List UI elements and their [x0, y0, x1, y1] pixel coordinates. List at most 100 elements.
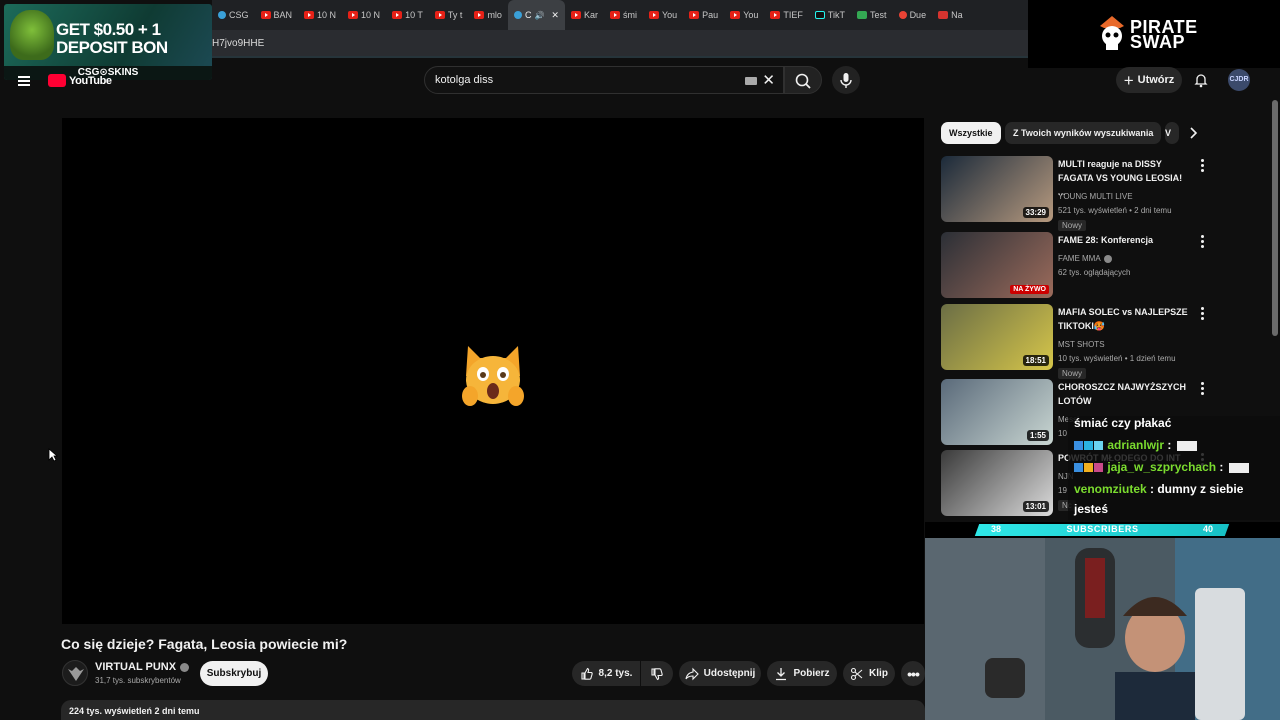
youtube-icon	[434, 11, 445, 19]
plus-icon: +	[1123, 70, 1134, 90]
close-tab-icon[interactable]: ✕	[551, 10, 559, 21]
browser-tab[interactable]: Due	[893, 0, 933, 30]
create-button[interactable]: + Utwórz	[1116, 67, 1182, 93]
browser-tab[interactable]: You	[643, 0, 683, 30]
related-video-item[interactable]: 33:29 MULTI reaguje na DISSY FAGATA VS YO…	[941, 156, 1211, 231]
chevron-right-icon[interactable]	[1184, 124, 1202, 142]
browser-tab[interactable]: Test	[851, 0, 893, 30]
sidebar-scrollbar[interactable]	[1272, 100, 1278, 336]
maps-pin-icon	[898, 11, 907, 19]
dislike-button[interactable]	[641, 661, 673, 686]
share-button[interactable]: Udostępnij	[679, 661, 761, 686]
notifications-bell-icon[interactable]	[1193, 72, 1209, 88]
chat-badge-icon	[1094, 441, 1103, 451]
more-vertical-icon[interactable]	[1199, 159, 1205, 173]
youtube-icon	[348, 11, 359, 19]
chat-text: :	[1164, 438, 1172, 452]
chat-badge-icon	[1084, 441, 1093, 451]
youtube-icon	[609, 11, 620, 19]
related-video-stats: 19	[1058, 486, 1067, 495]
video-thumbnail[interactable]: NA ŻYWO	[941, 232, 1053, 298]
stream-chat-overlay: śmiać czy płakać adrianlwjr : jaja_w_szp…	[1068, 416, 1280, 520]
browser-tab[interactable]: TIEF	[764, 0, 809, 30]
browser-tab[interactable]: Kar	[565, 0, 604, 30]
download-button[interactable]: Pobierz	[767, 661, 837, 686]
description-box[interactable]: 224 tys. wyświetleń 2 dni temu	[61, 700, 925, 720]
browser-tab-label: mlo	[487, 10, 502, 20]
channel-label: MST SHOTS	[1058, 340, 1105, 349]
browser-tab[interactable]: Na	[932, 0, 969, 30]
related-video-item[interactable]: NA ŻYWO FAME 28: Konferencja FAME MMA 62 ty…	[941, 232, 1211, 300]
download-label: Pobierz	[793, 668, 830, 679]
browser-tab[interactable]: 10 N	[298, 0, 342, 30]
account-avatar[interactable]: CJDR	[1228, 69, 1250, 91]
youtube-icon	[304, 11, 315, 19]
browser-tab[interactable]: 10 T	[386, 0, 429, 30]
browser-tab[interactable]: mlo	[468, 0, 508, 30]
chip-more[interactable]: V	[1165, 122, 1179, 144]
video-thumbnail[interactable]: 33:29	[941, 156, 1053, 222]
duration-badge: 1:55	[1026, 430, 1049, 441]
related-video-title[interactable]: CHOROSZCZ NAJWYŻSZYCH LOTÓW	[1058, 380, 1188, 408]
youtube-logo[interactable]: YouTube	[48, 74, 112, 87]
more-actions-button[interactable]: •••	[901, 661, 925, 686]
related-video-title[interactable]: FAME 28: Konferencja	[1058, 233, 1188, 247]
search-input[interactable]: kotolga diss ✕	[424, 66, 784, 94]
duration-badge: 13:01	[1022, 501, 1049, 512]
new-badge: Nowy	[1058, 220, 1087, 231]
clip-label: Klip	[869, 668, 888, 679]
clear-search-icon[interactable]: ✕	[762, 71, 775, 89]
like-button[interactable]: 8,2 tys.	[572, 661, 640, 686]
share-arrow-icon	[685, 667, 699, 680]
tiktok-icon	[814, 11, 825, 19]
browser-tab[interactable]: Ty t	[429, 0, 469, 30]
channel-avatar[interactable]	[62, 660, 88, 686]
channel-name[interactable]: VIRTUAL PUNX	[95, 661, 190, 673]
youtube-icon	[392, 11, 403, 19]
browser-tab-label: CSG	[229, 10, 249, 20]
browser-tab[interactable]: You	[724, 0, 764, 30]
related-video-item[interactable]: 18:51 MAFIA SOLEC vs NAJLEPSZE TIKTOKI🥵 MS…	[941, 304, 1211, 379]
goal-target: 40	[1203, 524, 1214, 534]
browser-tab[interactable]: Pau	[683, 0, 724, 30]
subscribe-button[interactable]: Subskrybuj	[200, 661, 268, 686]
clip-button[interactable]: Klip	[843, 661, 895, 686]
chip-all[interactable]: Wszystkie	[941, 122, 1001, 144]
related-video-channel[interactable]: FAME MMA	[1058, 254, 1112, 263]
share-label: Udostępnij	[703, 668, 756, 679]
audio-playing-icon[interactable]: 🔊	[534, 11, 544, 20]
more-horizontal-icon: •••	[907, 665, 920, 682]
related-video-channel[interactable]: YOUNG MULTI LIVE	[1058, 192, 1133, 201]
browser-tab[interactable]: śmi	[604, 0, 643, 30]
search-button[interactable]	[784, 66, 822, 94]
voice-search-button[interactable]	[832, 66, 860, 94]
more-vertical-icon[interactable]	[1199, 307, 1205, 321]
keyboard-icon[interactable]	[745, 77, 757, 85]
related-video-title[interactable]: MAFIA SOLEC vs NAJLEPSZE TIKTOKI🥵	[1058, 305, 1188, 333]
browser-tab-label: Ty t	[447, 10, 463, 20]
more-vertical-icon[interactable]	[1199, 382, 1205, 396]
chat-badge-icon	[1074, 463, 1083, 473]
channel-logo-icon	[68, 667, 84, 681]
video-thumbnail[interactable]: 1:55	[941, 379, 1053, 445]
hamburger-menu-icon[interactable]	[18, 76, 30, 86]
related-video-channel[interactable]: MST SHOTS	[1058, 340, 1105, 349]
browser-tab[interactable]: CSG	[212, 0, 255, 30]
chat-emote-icon	[1176, 440, 1197, 451]
browser-tab-label: BAN	[273, 10, 293, 20]
browser-tab-label: You	[743, 10, 759, 20]
download-icon	[776, 667, 787, 680]
youtube-icon	[730, 11, 741, 19]
browser-tab[interactable]: 10 N	[342, 0, 386, 30]
youtube-icon	[570, 11, 581, 19]
more-vertical-icon[interactable]	[1199, 235, 1205, 249]
browser-tab[interactable]: TikT	[809, 0, 851, 30]
browser-tab[interactable]: BAN	[255, 0, 299, 30]
chat-username: jaja_w_szprychach	[1107, 460, 1217, 474]
chip-from-your-search[interactable]: Z Twoich wyników wyszukiwania	[1005, 122, 1162, 144]
address-bar[interactable]: H7jvo9HHE	[212, 30, 1028, 58]
browser-tab[interactable]: C 🔊 ✕	[507, 0, 565, 30]
video-thumbnail[interactable]: 13:01	[941, 450, 1053, 516]
video-thumbnail[interactable]: 18:51	[941, 304, 1053, 370]
chat-message: jaja_w_szprychach :	[1074, 460, 1249, 474]
